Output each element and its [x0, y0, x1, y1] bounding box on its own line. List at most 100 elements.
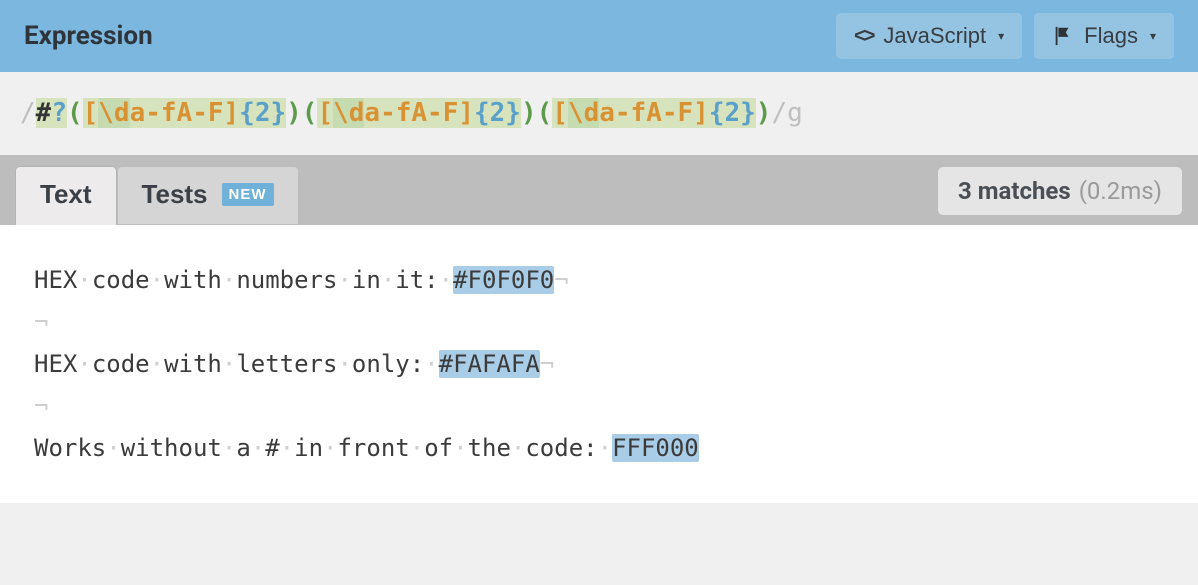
text-chunk: only: — [352, 350, 424, 378]
test-text-input[interactable]: HEX·code·with·numbers·in·it:·#F0F0F0¬¬HE… — [0, 225, 1198, 503]
text-chunk: without — [121, 434, 222, 462]
regex-token: {2} — [709, 98, 756, 128]
whitespace-marker: · — [453, 434, 467, 462]
text-chunk: code: — [525, 434, 597, 462]
whitespace-marker: · — [323, 434, 337, 462]
regex-flags: g — [787, 98, 803, 128]
eol-marker: ¬ — [540, 350, 554, 378]
text-chunk: a — [236, 434, 250, 462]
tab-tests-label: Tests — [142, 179, 208, 210]
regex-token: # — [36, 98, 52, 128]
text-line: Works·without·a·#·in·front·of·the·code:·… — [34, 427, 1164, 469]
flags-dropdown[interactable]: Flags ▾ — [1034, 13, 1174, 59]
new-badge: NEW — [222, 183, 274, 206]
whitespace-marker: · — [77, 350, 91, 378]
flavor-label: JavaScript — [883, 23, 986, 49]
whitespace-marker: · — [410, 434, 424, 462]
text-chunk: code — [92, 266, 150, 294]
whitespace-marker: · — [424, 350, 438, 378]
text-chunk: letters — [236, 350, 337, 378]
header-actions: <> JavaScript ▾ Flags ▾ — [836, 13, 1174, 59]
tabs: Text Tests NEW — [16, 167, 298, 224]
whitespace-marker: · — [439, 266, 453, 294]
match-count: 3 matches — [958, 177, 1071, 205]
whitespace-marker: · — [280, 434, 294, 462]
chevron-down-icon: ▾ — [998, 29, 1004, 43]
eol-marker: ¬ — [554, 266, 568, 294]
whitespace-marker: · — [106, 434, 120, 462]
text-chunk: the — [468, 434, 511, 462]
regex-token: {2} — [474, 98, 521, 128]
whitespace-marker: · — [511, 434, 525, 462]
regex-token: ] — [458, 98, 474, 128]
whitespace-marker: · — [222, 266, 236, 294]
tab-text-label: Text — [40, 179, 92, 210]
regex-token: ) — [286, 98, 302, 128]
regex-body: #?([\da-fA-F]{2})([\da-fA-F]{2})([\da-fA… — [36, 98, 772, 128]
expression-input[interactable]: /#?([\da-fA-F]{2})([\da-fA-F]{2})([\da-f… — [0, 72, 1198, 155]
flags-label: Flags — [1084, 23, 1138, 49]
text-chunk: HEX — [34, 350, 77, 378]
whitespace-marker: · — [251, 434, 265, 462]
flavor-dropdown[interactable]: <> JavaScript ▾ — [836, 13, 1022, 59]
text-chunk: with — [164, 350, 222, 378]
regex-token: [ — [317, 98, 333, 128]
chevron-down-icon: ▾ — [1150, 29, 1156, 43]
regex-token: [ — [83, 98, 99, 128]
text-chunk: with — [164, 266, 222, 294]
code-icon: <> — [854, 25, 873, 48]
regex-token: {2} — [239, 98, 286, 128]
eol-marker: ¬ — [34, 392, 48, 420]
text-line: ¬ — [34, 385, 1164, 427]
regex-token: ( — [537, 98, 553, 128]
text-chunk: numbers — [236, 266, 337, 294]
whitespace-marker: · — [381, 266, 395, 294]
text-chunk: of — [424, 434, 453, 462]
whitespace-marker: · — [337, 350, 351, 378]
regex-close-delim: / — [771, 98, 787, 128]
text-chunk: it: — [395, 266, 438, 294]
text-chunk: in — [294, 434, 323, 462]
whitespace-marker: · — [222, 350, 236, 378]
regex-token: \d — [333, 98, 364, 128]
match-highlight: #F0F0F0 — [453, 266, 554, 294]
text-chunk: Works — [34, 434, 106, 462]
text-chunk: code — [92, 350, 150, 378]
whitespace-marker: · — [150, 266, 164, 294]
regex-token: ) — [756, 98, 772, 128]
section-title: Expression — [24, 21, 153, 51]
regex-token: a-fA-F — [599, 98, 693, 128]
match-highlight: FFF000 — [612, 434, 699, 462]
regex-token: [ — [552, 98, 568, 128]
regex-token: ] — [693, 98, 709, 128]
text-chunk: # — [265, 434, 279, 462]
match-time: (0.2ms) — [1079, 177, 1162, 205]
regex-token: \d — [98, 98, 129, 128]
whitespace-marker: · — [150, 350, 164, 378]
whitespace-marker: · — [598, 434, 612, 462]
text-chunk: front — [337, 434, 409, 462]
text-chunk: in — [352, 266, 381, 294]
match-summary: 3 matches (0.2ms) — [938, 167, 1182, 215]
regex-token: \d — [568, 98, 599, 128]
regex-token: ( — [67, 98, 83, 128]
regex-token: a-fA-F — [130, 98, 224, 128]
regex-token: a-fA-F — [364, 98, 458, 128]
whitespace-marker: · — [222, 434, 236, 462]
tab-tests[interactable]: Tests NEW — [118, 167, 298, 224]
text-line: HEX·code·with·letters·only:·#FAFAFA¬ — [34, 343, 1164, 385]
header-bar: Expression <> JavaScript ▾ Flags ▾ — [0, 0, 1198, 72]
flag-icon — [1052, 25, 1074, 47]
text-line: ¬ — [34, 301, 1164, 343]
regex-token: ? — [51, 98, 67, 128]
regex-token: ) — [521, 98, 537, 128]
text-chunk: HEX — [34, 266, 77, 294]
whitespace-marker: · — [337, 266, 351, 294]
tools-bar: Text Tests NEW 3 matches (0.2ms) — [0, 155, 1198, 225]
regex-token: ( — [302, 98, 318, 128]
regex-open-delim: / — [20, 98, 36, 128]
tab-text[interactable]: Text — [16, 167, 116, 224]
text-line: HEX·code·with·numbers·in·it:·#F0F0F0¬ — [34, 259, 1164, 301]
whitespace-marker: · — [77, 266, 91, 294]
regex-token: ] — [224, 98, 240, 128]
